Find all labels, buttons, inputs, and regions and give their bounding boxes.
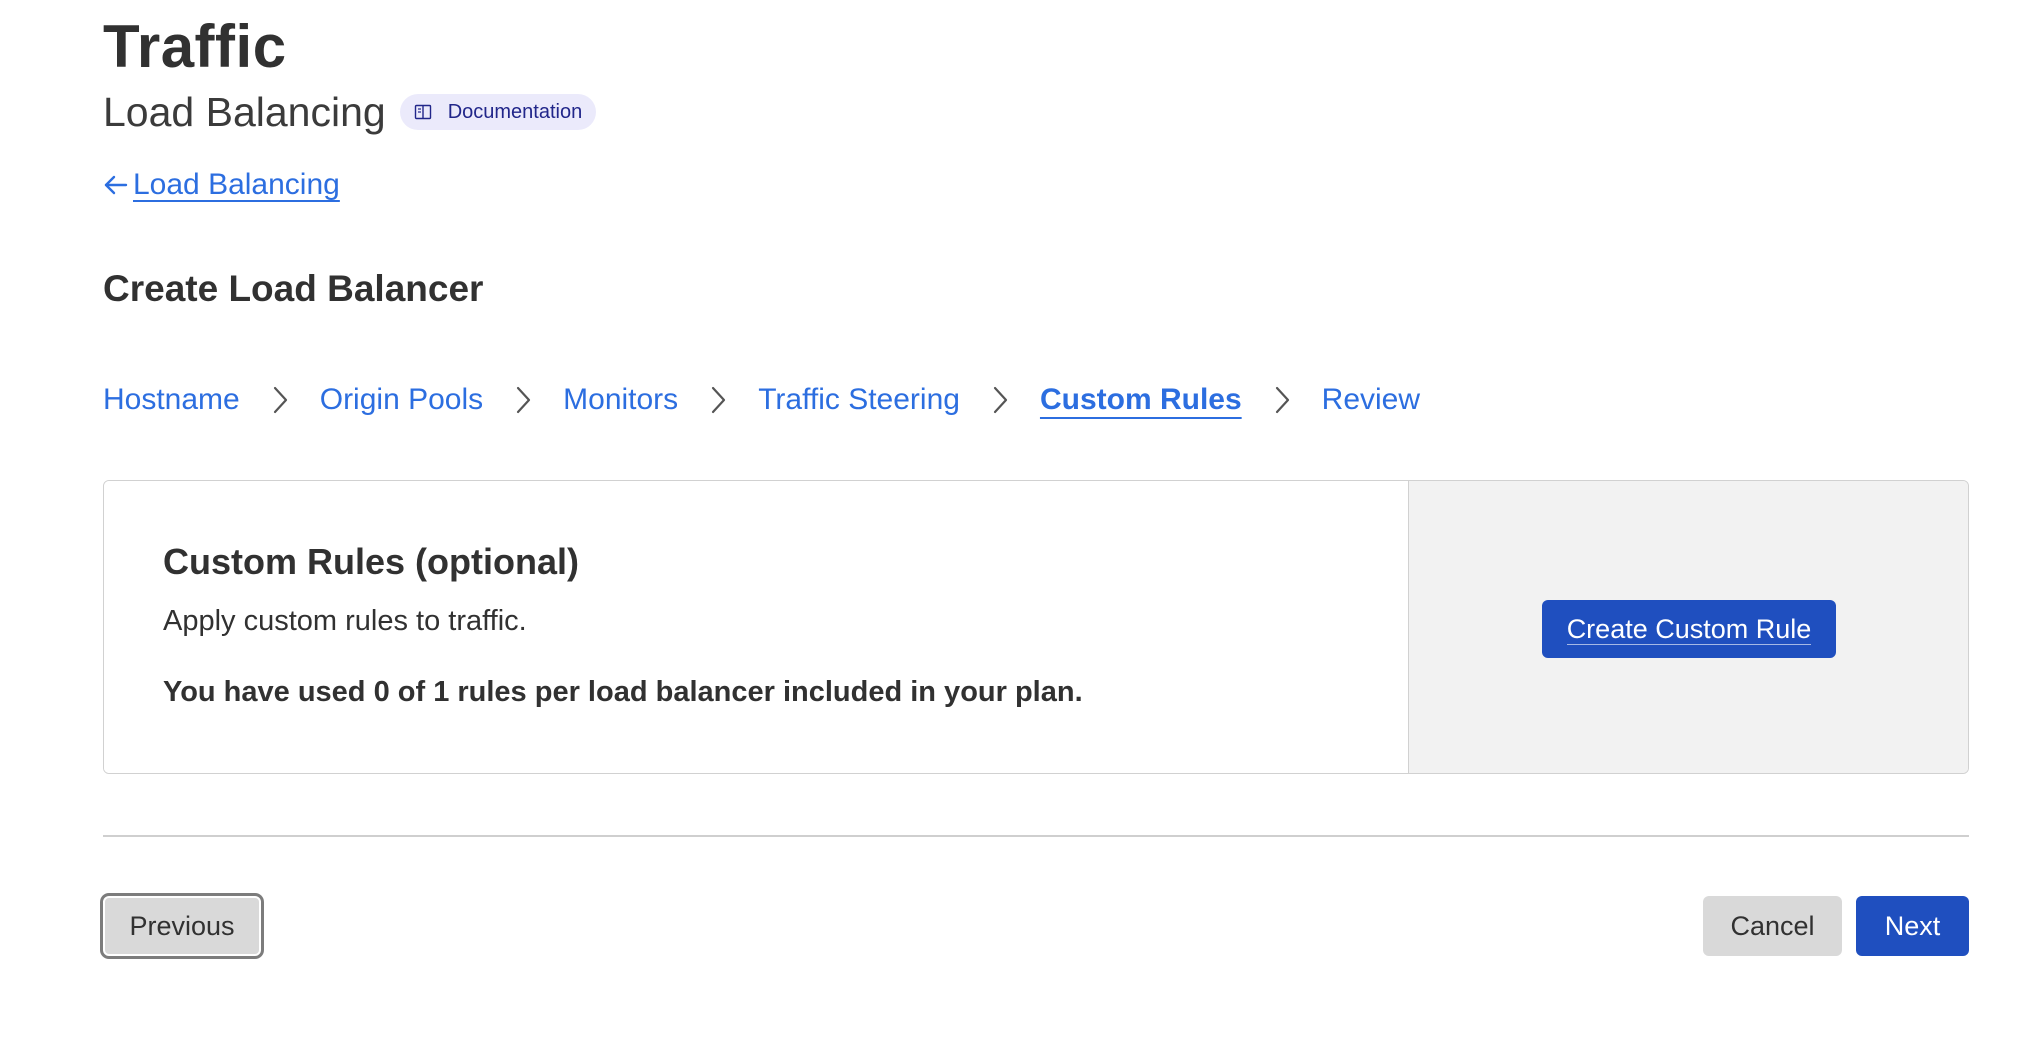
step-custom-rules[interactable]: Custom Rules [1040, 383, 1242, 417]
chevron-right-icon [483, 378, 563, 422]
section-title: Create Load Balancer [103, 268, 484, 309]
subtitle-row: Load Balancing Documentation [103, 84, 597, 140]
documentation-label: Documentation [447, 100, 583, 123]
page: Traffic Load Balancing Documentation Loa… [0, 0, 2038, 1042]
custom-rules-description: Apply custom rules to traffic. [163, 605, 527, 637]
step-origin-pools[interactable]: Origin Pools [320, 383, 483, 417]
cancel-button[interactable]: Cancel [1703, 896, 1842, 956]
divider [103, 835, 1969, 837]
previous-button[interactable]: Previous [103, 896, 261, 956]
documentation-badge[interactable]: Documentation [399, 94, 597, 130]
rules-usage-text: You have used 0 of 1 rules per load bala… [163, 676, 1083, 708]
step-traffic-steering[interactable]: Traffic Steering [758, 383, 960, 417]
step-review[interactable]: Review [1322, 383, 1420, 417]
back-link-load-balancing[interactable]: Load Balancing [103, 168, 340, 202]
book-icon [414, 104, 431, 120]
step-hostname[interactable]: Hostname [103, 383, 240, 417]
step-monitors[interactable]: Monitors [563, 383, 678, 417]
arrow-left-icon [104, 175, 128, 195]
custom-rules-heading: Custom Rules (optional) [163, 541, 579, 582]
next-button[interactable]: Next [1856, 896, 1969, 956]
page-title: Traffic [103, 13, 287, 80]
chevron-right-icon [240, 378, 320, 422]
custom-rules-info: Custom Rules (optional) Apply custom rul… [104, 481, 1409, 773]
page-subtitle: Load Balancing [103, 89, 386, 135]
custom-rules-actions: Create Custom Rule [1409, 481, 1968, 773]
custom-rules-card: Custom Rules (optional) Apply custom rul… [103, 480, 1969, 774]
create-custom-rule-label: Create Custom Rule [1566, 613, 1812, 645]
back-link-label: Load Balancing [133, 168, 340, 201]
wizard-steps: Hostname Origin Pools Monitors Traffic S… [103, 378, 1420, 422]
chevron-right-icon [960, 378, 1040, 422]
create-custom-rule-button[interactable]: Create Custom Rule [1542, 600, 1836, 658]
chevron-right-icon [678, 378, 758, 422]
chevron-right-icon [1242, 378, 1322, 422]
